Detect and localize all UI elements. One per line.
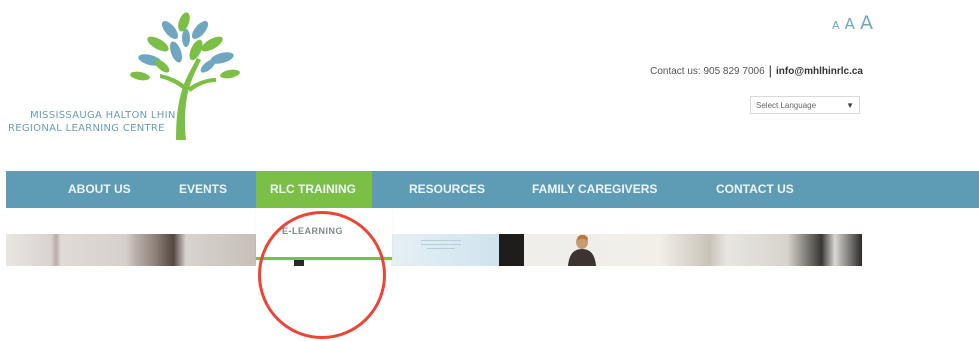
contact-email-link[interactable]: info@mhlhinrlc.ca bbox=[776, 66, 863, 77]
hero-image-1 bbox=[6, 234, 256, 266]
site-logo[interactable]: MISSISSAUGA HALTON LHIN REGIONAL LEARNIN… bbox=[0, 0, 260, 150]
nav-item-rlc-training[interactable]: RLC TRAINING bbox=[256, 171, 372, 209]
contact-phone: Contact us: 905 829 7006 bbox=[650, 66, 765, 77]
chevron-down-icon: ▼ bbox=[846, 100, 854, 110]
language-select-value: Select Language bbox=[756, 100, 817, 110]
logo-line-1: MISSISSAUGA HALTON LHIN bbox=[30, 110, 176, 121]
nav-item-resources[interactable]: RESOURCES bbox=[409, 171, 485, 208]
contact-info: Contact us: 905 829 7006 | info@mhlhinrlc.… bbox=[650, 63, 863, 78]
font-size-large-button[interactable]: A bbox=[860, 12, 873, 34]
font-size-small-button[interactable]: A bbox=[832, 19, 840, 32]
main-nav: ABOUT US EVENTS RLC TRAINING RESOURCES F… bbox=[6, 171, 979, 209]
nav-item-about-us[interactable]: ABOUT US bbox=[68, 171, 131, 208]
contact-separator: | bbox=[768, 63, 773, 78]
font-size-medium-button[interactable]: A bbox=[845, 15, 855, 33]
highlight-circle bbox=[258, 211, 386, 339]
person-figure-icon bbox=[568, 234, 596, 266]
nav-item-family-caregivers[interactable]: FAMILY CAREGIVERS bbox=[532, 171, 657, 208]
hero-slider bbox=[6, 234, 862, 266]
hero-image-3 bbox=[391, 234, 499, 266]
font-size-controls: A A A bbox=[832, 12, 873, 34]
logo-line-2: REGIONAL LEARNING CENTRE bbox=[8, 123, 165, 134]
hero-image-4 bbox=[499, 234, 524, 266]
language-select[interactable]: Select Language ▼ bbox=[750, 96, 860, 114]
nav-item-contact-us[interactable]: CONTACT US bbox=[716, 171, 794, 208]
nav-item-events[interactable]: EVENTS bbox=[179, 171, 227, 208]
